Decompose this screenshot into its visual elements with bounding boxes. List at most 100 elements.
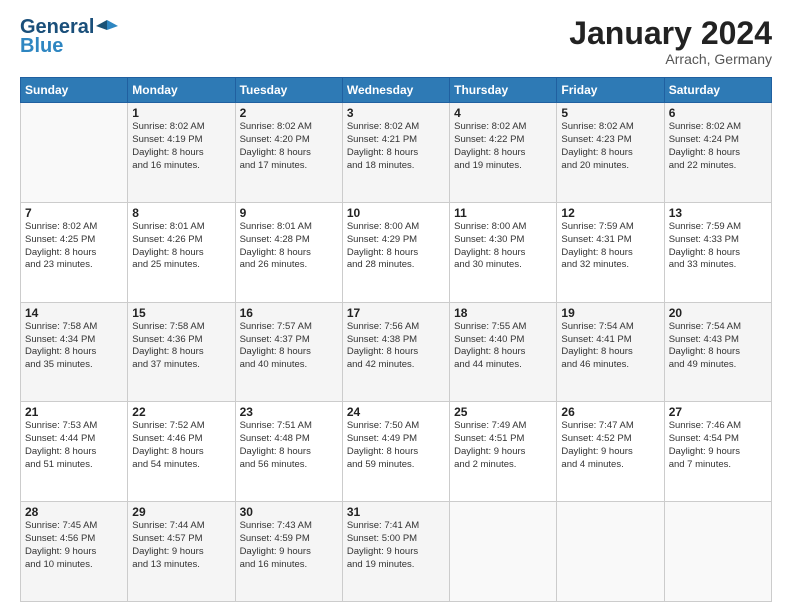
calendar-header-row: SundayMondayTuesdayWednesdayThursdayFrid…	[21, 78, 772, 103]
calendar-cell: 31Sunrise: 7:41 AMSunset: 5:00 PMDayligh…	[342, 502, 449, 602]
day-number: 5	[561, 106, 659, 120]
day-info: Sunrise: 7:59 AMSunset: 4:31 PMDaylight:…	[561, 221, 659, 272]
calendar-cell: 8Sunrise: 8:01 AMSunset: 4:26 PMDaylight…	[128, 202, 235, 302]
calendar-cell: 23Sunrise: 7:51 AMSunset: 4:48 PMDayligh…	[235, 402, 342, 502]
day-info: Sunrise: 7:52 AMSunset: 4:46 PMDaylight:…	[132, 420, 230, 471]
calendar-cell: 30Sunrise: 7:43 AMSunset: 4:59 PMDayligh…	[235, 502, 342, 602]
calendar-cell	[664, 502, 771, 602]
day-info: Sunrise: 8:02 AMSunset: 4:22 PMDaylight:…	[454, 121, 552, 172]
day-info: Sunrise: 7:51 AMSunset: 4:48 PMDaylight:…	[240, 420, 338, 471]
calendar-cell: 3Sunrise: 8:02 AMSunset: 4:21 PMDaylight…	[342, 103, 449, 203]
calendar-cell: 18Sunrise: 7:55 AMSunset: 4:40 PMDayligh…	[450, 302, 557, 402]
calendar-cell: 14Sunrise: 7:58 AMSunset: 4:34 PMDayligh…	[21, 302, 128, 402]
day-info: Sunrise: 7:54 AMSunset: 4:41 PMDaylight:…	[561, 321, 659, 372]
day-number: 6	[669, 106, 767, 120]
day-number: 8	[132, 206, 230, 220]
calendar-cell: 11Sunrise: 8:00 AMSunset: 4:30 PMDayligh…	[450, 202, 557, 302]
day-info: Sunrise: 7:50 AMSunset: 4:49 PMDaylight:…	[347, 420, 445, 471]
col-header-thursday: Thursday	[450, 78, 557, 103]
calendar-cell: 7Sunrise: 8:02 AMSunset: 4:25 PMDaylight…	[21, 202, 128, 302]
day-number: 3	[347, 106, 445, 120]
day-info: Sunrise: 7:59 AMSunset: 4:33 PMDaylight:…	[669, 221, 767, 272]
day-info: Sunrise: 7:58 AMSunset: 4:34 PMDaylight:…	[25, 321, 123, 372]
day-number: 11	[454, 206, 552, 220]
calendar-cell: 22Sunrise: 7:52 AMSunset: 4:46 PMDayligh…	[128, 402, 235, 502]
day-number: 20	[669, 306, 767, 320]
calendar-table: SundayMondayTuesdayWednesdayThursdayFrid…	[20, 77, 772, 602]
calendar-cell: 1Sunrise: 8:02 AMSunset: 4:19 PMDaylight…	[128, 103, 235, 203]
calendar-cell	[21, 103, 128, 203]
day-number: 7	[25, 206, 123, 220]
day-info: Sunrise: 7:55 AMSunset: 4:40 PMDaylight:…	[454, 321, 552, 372]
day-number: 25	[454, 405, 552, 419]
calendar-cell: 5Sunrise: 8:02 AMSunset: 4:23 PMDaylight…	[557, 103, 664, 203]
day-info: Sunrise: 7:44 AMSunset: 4:57 PMDaylight:…	[132, 520, 230, 571]
day-number: 30	[240, 505, 338, 519]
day-number: 17	[347, 306, 445, 320]
day-number: 29	[132, 505, 230, 519]
calendar-cell: 20Sunrise: 7:54 AMSunset: 4:43 PMDayligh…	[664, 302, 771, 402]
calendar-cell	[557, 502, 664, 602]
day-number: 2	[240, 106, 338, 120]
page: General Blue January 2024 Arrach, German…	[0, 0, 792, 612]
day-number: 28	[25, 505, 123, 519]
calendar-cell: 26Sunrise: 7:47 AMSunset: 4:52 PMDayligh…	[557, 402, 664, 502]
day-info: Sunrise: 7:45 AMSunset: 4:56 PMDaylight:…	[25, 520, 123, 571]
calendar-week-4: 21Sunrise: 7:53 AMSunset: 4:44 PMDayligh…	[21, 402, 772, 502]
logo: General Blue	[20, 16, 118, 58]
day-info: Sunrise: 8:02 AMSunset: 4:19 PMDaylight:…	[132, 121, 230, 172]
day-number: 31	[347, 505, 445, 519]
day-info: Sunrise: 7:47 AMSunset: 4:52 PMDaylight:…	[561, 420, 659, 471]
col-header-friday: Friday	[557, 78, 664, 103]
day-info: Sunrise: 7:56 AMSunset: 4:38 PMDaylight:…	[347, 321, 445, 372]
month-title: January 2024	[569, 16, 772, 51]
calendar-cell: 6Sunrise: 8:02 AMSunset: 4:24 PMDaylight…	[664, 103, 771, 203]
calendar-cell: 15Sunrise: 7:58 AMSunset: 4:36 PMDayligh…	[128, 302, 235, 402]
col-header-saturday: Saturday	[664, 78, 771, 103]
day-info: Sunrise: 7:49 AMSunset: 4:51 PMDaylight:…	[454, 420, 552, 471]
calendar-cell: 21Sunrise: 7:53 AMSunset: 4:44 PMDayligh…	[21, 402, 128, 502]
day-number: 13	[669, 206, 767, 220]
calendar-cell: 19Sunrise: 7:54 AMSunset: 4:41 PMDayligh…	[557, 302, 664, 402]
logo-bird-icon	[96, 16, 118, 38]
calendar-cell: 27Sunrise: 7:46 AMSunset: 4:54 PMDayligh…	[664, 402, 771, 502]
calendar-week-5: 28Sunrise: 7:45 AMSunset: 4:56 PMDayligh…	[21, 502, 772, 602]
day-info: Sunrise: 8:02 AMSunset: 4:24 PMDaylight:…	[669, 121, 767, 172]
day-number: 21	[25, 405, 123, 419]
calendar-week-2: 7Sunrise: 8:02 AMSunset: 4:25 PMDaylight…	[21, 202, 772, 302]
day-number: 24	[347, 405, 445, 419]
day-number: 14	[25, 306, 123, 320]
day-number: 22	[132, 405, 230, 419]
day-info: Sunrise: 8:00 AMSunset: 4:30 PMDaylight:…	[454, 221, 552, 272]
calendar-cell: 24Sunrise: 7:50 AMSunset: 4:49 PMDayligh…	[342, 402, 449, 502]
calendar-cell: 25Sunrise: 7:49 AMSunset: 4:51 PMDayligh…	[450, 402, 557, 502]
day-number: 27	[669, 405, 767, 419]
col-header-sunday: Sunday	[21, 78, 128, 103]
calendar-cell: 13Sunrise: 7:59 AMSunset: 4:33 PMDayligh…	[664, 202, 771, 302]
calendar-week-1: 1Sunrise: 8:02 AMSunset: 4:19 PMDaylight…	[21, 103, 772, 203]
col-header-tuesday: Tuesday	[235, 78, 342, 103]
day-info: Sunrise: 8:00 AMSunset: 4:29 PMDaylight:…	[347, 221, 445, 272]
day-number: 16	[240, 306, 338, 320]
day-number: 9	[240, 206, 338, 220]
calendar-cell: 16Sunrise: 7:57 AMSunset: 4:37 PMDayligh…	[235, 302, 342, 402]
day-number: 12	[561, 206, 659, 220]
day-info: Sunrise: 7:53 AMSunset: 4:44 PMDaylight:…	[25, 420, 123, 471]
day-info: Sunrise: 7:46 AMSunset: 4:54 PMDaylight:…	[669, 420, 767, 471]
day-info: Sunrise: 8:01 AMSunset: 4:26 PMDaylight:…	[132, 221, 230, 272]
day-info: Sunrise: 7:41 AMSunset: 5:00 PMDaylight:…	[347, 520, 445, 571]
day-number: 23	[240, 405, 338, 419]
day-info: Sunrise: 8:02 AMSunset: 4:21 PMDaylight:…	[347, 121, 445, 172]
day-info: Sunrise: 8:02 AMSunset: 4:20 PMDaylight:…	[240, 121, 338, 172]
calendar-cell: 12Sunrise: 7:59 AMSunset: 4:31 PMDayligh…	[557, 202, 664, 302]
day-number: 19	[561, 306, 659, 320]
calendar-cell: 4Sunrise: 8:02 AMSunset: 4:22 PMDaylight…	[450, 103, 557, 203]
day-number: 4	[454, 106, 552, 120]
day-info: Sunrise: 7:57 AMSunset: 4:37 PMDaylight:…	[240, 321, 338, 372]
day-number: 1	[132, 106, 230, 120]
day-info: Sunrise: 7:54 AMSunset: 4:43 PMDaylight:…	[669, 321, 767, 372]
day-info: Sunrise: 7:43 AMSunset: 4:59 PMDaylight:…	[240, 520, 338, 571]
col-header-wednesday: Wednesday	[342, 78, 449, 103]
calendar-week-3: 14Sunrise: 7:58 AMSunset: 4:34 PMDayligh…	[21, 302, 772, 402]
calendar-cell: 10Sunrise: 8:00 AMSunset: 4:29 PMDayligh…	[342, 202, 449, 302]
